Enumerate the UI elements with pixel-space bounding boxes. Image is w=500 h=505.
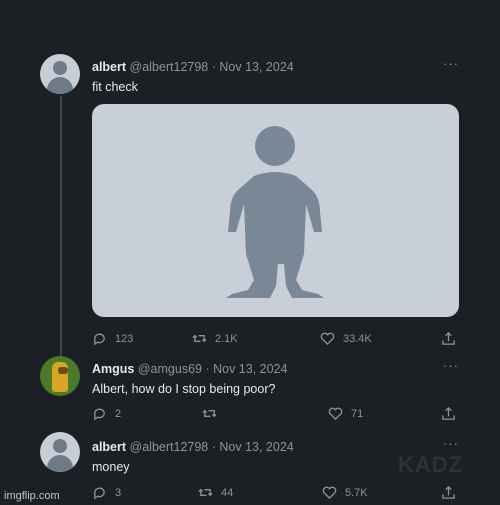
tweet-text: fit check — [92, 80, 138, 94]
default-profile-icon-body — [47, 77, 73, 94]
default-profile-icon-head — [53, 439, 67, 453]
share-icon — [442, 485, 455, 499]
albert-avatar[interactable] — [40, 54, 80, 94]
reply-icon — [94, 487, 105, 500]
like-count: 5.7K — [345, 486, 368, 499]
reply-count: 2 — [115, 407, 122, 420]
share-icon — [442, 406, 455, 420]
more-icon[interactable]: ··· — [443, 436, 459, 451]
handle[interactable]: @albert12798 — [130, 60, 209, 74]
amgus-avatar-visor — [58, 367, 68, 374]
retweet-button[interactable] — [202, 406, 225, 421]
default-profile-icon-head — [53, 61, 67, 75]
like-button[interactable]: 5.7K — [322, 485, 368, 500]
like-count: 71 — [351, 407, 364, 420]
tweet-media-image[interactable] — [92, 104, 459, 317]
display-name[interactable]: Amgus — [92, 362, 134, 376]
timestamp[interactable]: · Nov 13, 2024 — [205, 362, 287, 376]
reply-count: 3 — [115, 486, 122, 499]
share-button[interactable] — [441, 406, 456, 421]
tweet-actions: 3 44 5.7K — [92, 485, 462, 503]
retweet-icon — [192, 334, 207, 343]
person-silhouette-icon — [226, 126, 324, 298]
tweet-text: money — [92, 460, 130, 474]
handle[interactable]: @albert12798 — [130, 440, 209, 454]
retweet-button[interactable]: 2.1K — [192, 331, 238, 346]
retweet-icon — [198, 488, 213, 497]
like-icon — [328, 407, 343, 421]
like-button[interactable]: 71 — [328, 406, 363, 421]
albert-avatar[interactable] — [40, 432, 80, 472]
reply-icon — [94, 408, 105, 421]
tweet-header: albert @albert12798 · Nov 13, 2024 — [92, 440, 294, 454]
like-icon — [320, 332, 335, 346]
display-name[interactable]: albert — [92, 440, 126, 454]
share-icon — [442, 331, 455, 345]
tweet-actions: 2 71 — [92, 406, 462, 424]
reply-button[interactable]: 3 — [92, 485, 121, 500]
timestamp[interactable]: · Nov 13, 2024 — [212, 60, 294, 74]
retweet-count: 2.1K — [215, 332, 238, 345]
reply-button[interactable]: 123 — [92, 331, 133, 346]
amgus-avatar[interactable] — [40, 356, 80, 396]
tweet-header: albert @albert12798 · Nov 13, 2024 — [92, 60, 294, 74]
reply-count: 123 — [115, 332, 134, 345]
default-profile-icon-body — [47, 455, 73, 472]
like-count: 33.4K — [343, 332, 372, 345]
share-button[interactable] — [441, 485, 456, 500]
tweet-header: Amgus @amgus69 · Nov 13, 2024 — [92, 362, 287, 376]
display-name[interactable]: albert — [92, 60, 126, 74]
imgflip-watermark: imgflip.com — [4, 490, 60, 502]
tweet-text: Albert, how do I stop being poor? — [92, 382, 276, 396]
timestamp[interactable]: · Nov 13, 2024 — [212, 440, 294, 454]
tweet-actions: 123 2.1K 33.4K — [92, 331, 462, 349]
reply-button[interactable]: 2 — [92, 406, 121, 421]
retweet-count: 44 — [221, 486, 234, 499]
like-icon — [322, 486, 337, 500]
reply-icon — [94, 333, 105, 346]
handle[interactable]: @amgus69 — [138, 362, 202, 376]
retweet-icon — [202, 409, 217, 418]
more-icon[interactable]: ··· — [443, 56, 459, 71]
retweet-button[interactable]: 44 — [198, 485, 233, 500]
more-icon[interactable]: ··· — [443, 358, 459, 373]
share-button[interactable] — [441, 331, 456, 346]
kadz-watermark: KADZ — [398, 452, 464, 477]
thread-connector-line — [60, 96, 62, 358]
like-button[interactable]: 33.4K — [320, 331, 372, 346]
